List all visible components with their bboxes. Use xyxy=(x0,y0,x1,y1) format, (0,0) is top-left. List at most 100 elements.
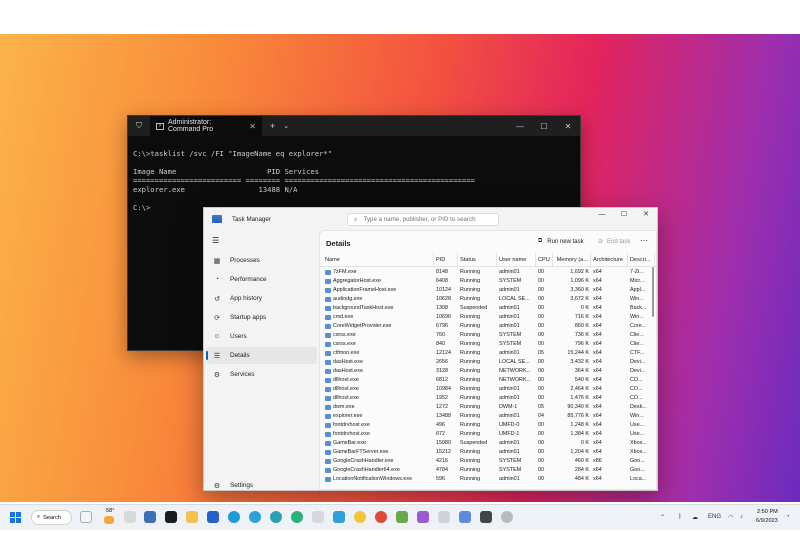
table-row[interactable]: dwm.exe 1272 Running DWM-1 05 90,340 K x64 Desk… xyxy=(320,403,656,412)
column-header-mem[interactable]: Memory (a... xyxy=(553,253,591,267)
cell-user: SYSTEM xyxy=(499,278,522,284)
table-row[interactable]: GoogleCrashHandler64.exe 4784 Running SYSTE… xyxy=(320,466,656,475)
sidebar-item-services[interactable]: ⚙ Services xyxy=(206,366,317,383)
app-gray-icon[interactable] xyxy=(501,511,513,523)
table-row[interactable]: fontdrvhost.exe 496 Running UMFD-0 00 1,248 K… xyxy=(320,421,656,430)
edge-canary-icon[interactable] xyxy=(291,511,303,523)
notification-icon[interactable]: ◔ xyxy=(786,514,790,520)
widgets-icon[interactable] xyxy=(80,511,92,523)
settings-app-icon[interactable] xyxy=(144,511,156,523)
table-row[interactable]: GameBar.exe 15080 Suspended admin01 00 0 K x64… xyxy=(320,439,656,448)
language-indicator[interactable]: ENG xyxy=(708,514,721,520)
sidebar-item-app-history[interactable]: ↺ App history xyxy=(206,290,317,307)
table-row[interactable]: audiodg.exe 10628 Running LOCAL SE... 00 3,67… xyxy=(320,295,656,304)
sidebar-item-performance[interactable]: ◔ Performance xyxy=(206,271,317,288)
taskmgr-app-icon[interactable] xyxy=(480,511,492,523)
sidebar-item-details[interactable]: ☰ Details xyxy=(206,347,317,364)
process-table[interactable]: ^ Name PID Status User name CPU Memory (a... A… xyxy=(320,253,656,489)
table-row[interactable]: ApplicationFrameHost.exe 10124 Running admi… xyxy=(320,286,656,295)
table-row[interactable]: GameBarFTServer.exe 15212 Running admin01 00… xyxy=(320,448,656,457)
cell-mem: 796 K xyxy=(574,341,589,347)
table-row[interactable]: dllhost.exe 1952 Running admin01 00 1,476 K x6… xyxy=(320,394,656,403)
table-row[interactable]: cmd.exe 10696 Running admin01 00 716 K x64 Win.… xyxy=(320,313,656,322)
table-row[interactable]: GoogleCrashHandler.exe 4216 Running SYSTEM 0… xyxy=(320,457,656,466)
search-input[interactable] xyxy=(363,216,494,223)
edge-beta-icon[interactable] xyxy=(249,511,261,523)
chevron-down-icon[interactable]: ⌄ xyxy=(283,122,289,130)
table-row[interactable]: dllhost.exe 6812 Running NETWORK... 00 540 K x… xyxy=(320,376,656,385)
table-row[interactable]: fontdrvhost.exe 672 Running UMFD-1 00 1,384 K… xyxy=(320,430,656,439)
column-header-desc[interactable]: Descri... xyxy=(628,253,655,267)
table-row[interactable]: ctfmon.exe 12124 Running admin01 05 15,244 K x… xyxy=(320,349,656,358)
run-new-task-button[interactable]: ⧉ Run new task xyxy=(538,238,584,245)
store-icon[interactable] xyxy=(333,511,345,523)
sidebar-item-processes[interactable]: ▦ Processes xyxy=(206,252,317,269)
sidebar-item-settings[interactable]: ⚙ Settings xyxy=(206,477,317,494)
column-header-cpu[interactable]: CPU xyxy=(536,253,553,267)
terminal-output[interactable]: C:\>tasklist /svc /FI "ImageName eq expl… xyxy=(128,136,580,212)
table-row[interactable]: LocationNotificationWindows.exe 596 Runnin… xyxy=(320,475,656,484)
terminal-titlebar[interactable]: ⛉ > Administrator: Command Pro ✕ + ⌄ — ☐… xyxy=(128,116,580,136)
table-row[interactable]: csrss.exe 840 Running SYSTEM 00 796 K x64 Clie.… xyxy=(320,340,656,349)
hamburger-menu-icon[interactable]: ☰ xyxy=(212,236,219,245)
table-row[interactable]: dllhost.exe 10984 Running admin01 00 2,464 K x… xyxy=(320,385,656,394)
outlook-icon[interactable] xyxy=(207,511,219,523)
bluetooth-icon[interactable]: ᛒ xyxy=(678,514,682,520)
column-header-arch[interactable]: Architecture xyxy=(591,253,628,267)
minimize-button[interactable]: — xyxy=(591,208,613,222)
app-green-icon[interactable] xyxy=(396,511,408,523)
maximize-button[interactable]: ☐ xyxy=(532,122,556,131)
close-tab-icon[interactable]: ✕ xyxy=(249,122,256,131)
search-box[interactable]: ⌕ xyxy=(347,213,499,226)
table-row[interactable]: dasHost.exe 3128 Running NETWORK... 00 364 K x… xyxy=(320,367,656,376)
table-row[interactable]: csrss.exe 760 Running SYSTEM 00 736 K x64 Clie.… xyxy=(320,331,656,340)
weather-icon[interactable] xyxy=(104,516,114,524)
cell-user: admin01 xyxy=(499,440,520,446)
task-manager-window[interactable]: Task Manager ⌕ — ☐ ✕ ☰ ▦ Processes ◔ Perfor… xyxy=(203,207,658,491)
cell-cpu: 00 xyxy=(538,422,544,428)
file-explorer-icon[interactable] xyxy=(186,511,198,523)
close-button[interactable]: ✕ xyxy=(635,208,657,222)
edge-dev-icon[interactable] xyxy=(270,511,282,523)
new-tab-button[interactable]: + xyxy=(270,121,275,131)
canary-chrome-icon[interactable] xyxy=(354,511,366,523)
chrome-icon[interactable] xyxy=(375,511,387,523)
sidebar-item-users[interactable]: ☺ Users xyxy=(206,328,317,345)
task-view-icon[interactable] xyxy=(124,511,136,523)
column-header-status[interactable]: Status xyxy=(458,253,497,267)
table-row[interactable]: CoreWidgetProvider.exe 6796 Running admin01… xyxy=(320,322,656,331)
onedrive-icon[interactable]: ☁ xyxy=(692,514,698,521)
table-row[interactable]: AggregatorHost.exe 6408 Running SYSTEM 00 1,0… xyxy=(320,277,656,286)
terminal-app-icon[interactable] xyxy=(165,511,177,523)
volume-icon[interactable]: ♪ xyxy=(740,514,743,520)
table-row[interactable]: dasHost.exe 2656 Running LOCAL SE... 00 3,432… xyxy=(320,358,656,367)
column-header-user[interactable]: User name xyxy=(497,253,536,267)
terminal-tab[interactable]: > Administrator: Command Pro ✕ xyxy=(150,116,262,136)
taskbar-search[interactable]: ⌕ Search xyxy=(31,510,72,525)
table-row[interactable]: backgroundTaskHost.exe 1308 Suspended admin… xyxy=(320,304,656,313)
edge-icon[interactable] xyxy=(228,511,240,523)
minimize-button[interactable]: — xyxy=(508,122,532,131)
end-task-button[interactable]: ⊘ End task xyxy=(598,238,630,246)
app-icon[interactable] xyxy=(312,511,324,523)
more-options-icon[interactable]: ⋯ xyxy=(640,236,648,245)
table-row[interactable]: 7zFM.exe 8148 Running admin01 00 1,692 K x64 7-… xyxy=(320,268,656,277)
clock-date[interactable]: 6/9/2023 xyxy=(756,518,778,524)
paint-icon[interactable] xyxy=(417,511,429,523)
performance-app-icon[interactable] xyxy=(459,511,471,523)
app-history-icon: ↺ xyxy=(214,295,220,303)
close-button[interactable]: ✕ xyxy=(556,122,580,131)
scrollbar[interactable] xyxy=(652,267,654,317)
cell-cpu: 00 xyxy=(538,278,544,284)
clock-time[interactable]: 2:50 PM xyxy=(757,509,778,515)
wifi-icon[interactable]: ◠ xyxy=(728,514,733,521)
chevron-up-icon[interactable]: ⌃ xyxy=(660,514,665,521)
users-icon: ☺ xyxy=(213,333,221,340)
sidebar-item-startup-apps[interactable]: ⟳ Startup apps xyxy=(206,309,317,326)
table-row[interactable]: explorer.exe 13488 Running admin01 04 85,776 … xyxy=(320,412,656,421)
column-header-name[interactable]: Name xyxy=(320,253,434,267)
column-header-pid[interactable]: PID xyxy=(434,253,458,267)
maximize-button[interactable]: ☐ xyxy=(613,208,635,222)
start-button[interactable] xyxy=(10,512,21,523)
photos-icon[interactable] xyxy=(438,511,450,523)
